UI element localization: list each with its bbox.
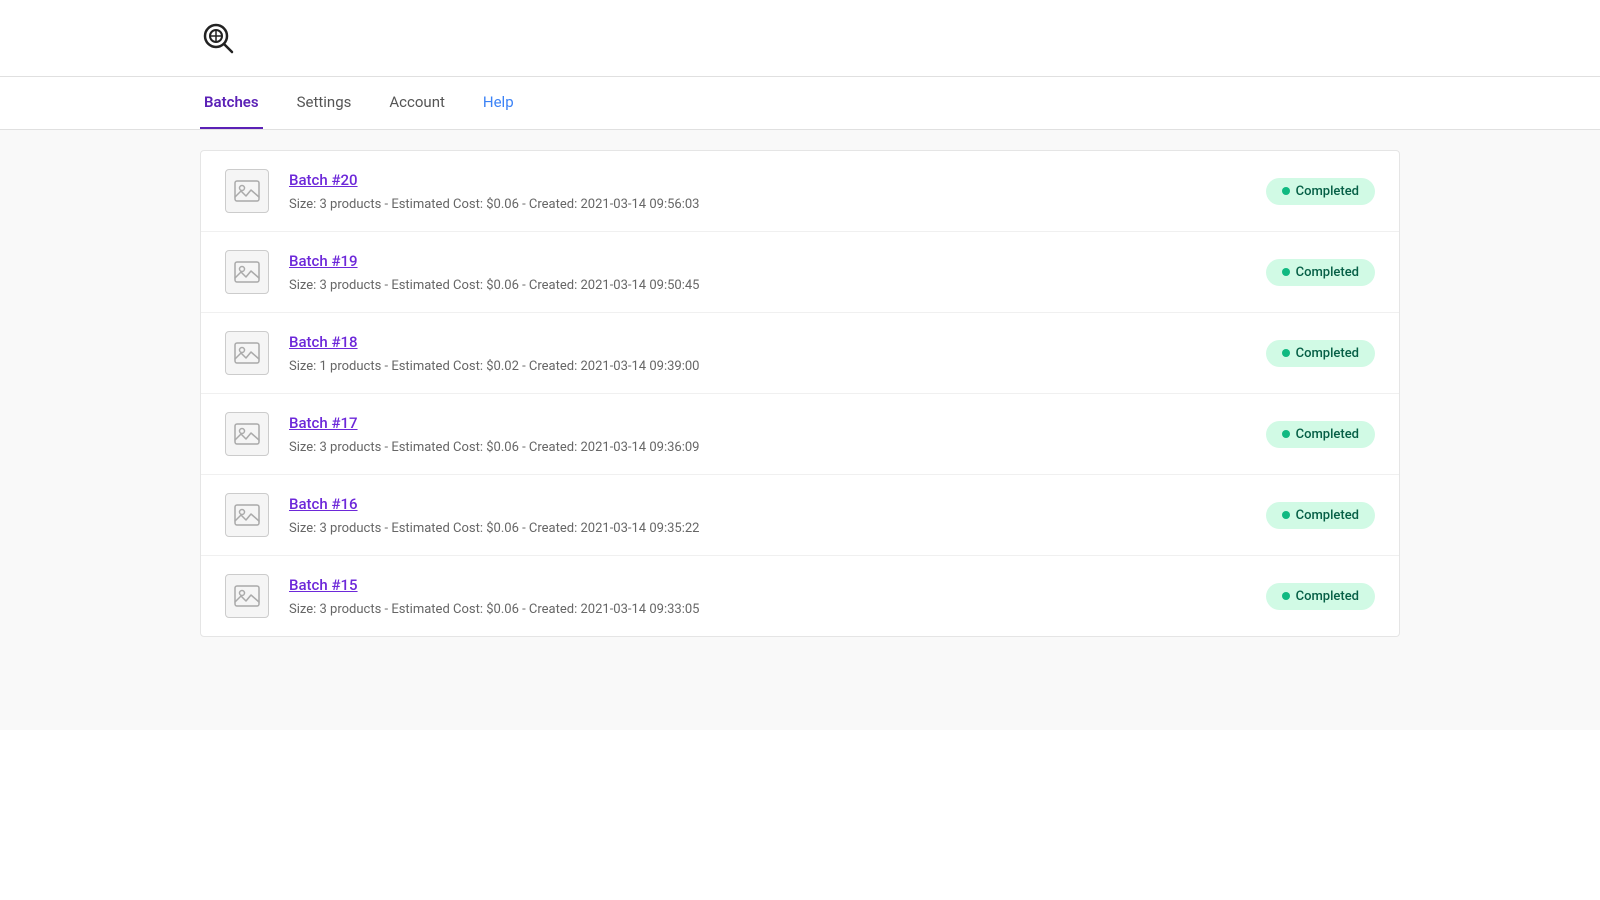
status-badge: Completed [1266, 340, 1375, 367]
status-label: Completed [1296, 508, 1359, 523]
batch-info: Batch #17 Size: 3 products - Estimated C… [289, 414, 1246, 455]
status-badge: Completed [1266, 421, 1375, 448]
batch-title-link[interactable]: Batch #15 [289, 576, 1246, 594]
status-dot-icon [1282, 187, 1290, 195]
batch-meta: Size: 3 products - Estimated Cost: $0.06… [289, 602, 699, 617]
status-badge: Completed [1266, 583, 1375, 610]
batch-meta: Size: 1 products - Estimated Cost: $0.02… [289, 359, 699, 374]
batch-info: Batch #15 Size: 3 products - Estimated C… [289, 576, 1246, 617]
status-dot-icon [1282, 349, 1290, 357]
status-label: Completed [1296, 265, 1359, 280]
batch-title-link[interactable]: Batch #16 [289, 495, 1246, 513]
batch-info: Batch #18 Size: 1 products - Estimated C… [289, 333, 1246, 374]
status-dot-icon [1282, 430, 1290, 438]
batch-thumbnail-icon [225, 331, 269, 375]
batch-item: Batch #19 Size: 3 products - Estimated C… [201, 232, 1399, 313]
nav-item-help[interactable]: Help [479, 77, 518, 129]
status-label: Completed [1296, 346, 1359, 361]
batch-thumbnail-icon [225, 169, 269, 213]
nav-item-settings[interactable]: Settings [293, 77, 356, 129]
batch-item: Batch #18 Size: 1 products - Estimated C… [201, 313, 1399, 394]
batch-list: Batch #20 Size: 3 products - Estimated C… [200, 150, 1400, 637]
status-dot-icon [1282, 592, 1290, 600]
batch-title-link[interactable]: Batch #17 [289, 414, 1246, 432]
batch-info: Batch #20 Size: 3 products - Estimated C… [289, 171, 1246, 212]
batch-item: Batch #16 Size: 3 products - Estimated C… [201, 475, 1399, 556]
batch-thumbnail-icon [225, 412, 269, 456]
batch-meta: Size: 3 products - Estimated Cost: $0.06… [289, 197, 699, 212]
batch-meta: Size: 3 products - Estimated Cost: $0.06… [289, 278, 699, 293]
batch-item: Batch #17 Size: 3 products - Estimated C… [201, 394, 1399, 475]
status-badge: Completed [1266, 178, 1375, 205]
main-content: Batch #20 Size: 3 products - Estimated C… [0, 130, 1600, 730]
logo-icon [200, 20, 236, 56]
logo-area [200, 20, 246, 56]
status-dot-icon [1282, 268, 1290, 276]
status-badge: Completed [1266, 502, 1375, 529]
batch-thumbnail-icon [225, 250, 269, 294]
batch-title-link[interactable]: Batch #19 [289, 252, 1246, 270]
batch-info: Batch #19 Size: 3 products - Estimated C… [289, 252, 1246, 293]
status-dot-icon [1282, 511, 1290, 519]
status-label: Completed [1296, 427, 1359, 442]
batch-info: Batch #16 Size: 3 products - Estimated C… [289, 495, 1246, 536]
batch-title-link[interactable]: Batch #18 [289, 333, 1246, 351]
batch-meta: Size: 3 products - Estimated Cost: $0.06… [289, 521, 699, 536]
nav-item-batches[interactable]: Batches [200, 77, 263, 129]
batch-meta: Size: 3 products - Estimated Cost: $0.06… [289, 440, 699, 455]
nav-item-account[interactable]: Account [385, 77, 449, 129]
status-badge: Completed [1266, 259, 1375, 286]
batch-thumbnail-icon [225, 574, 269, 618]
status-label: Completed [1296, 589, 1359, 604]
app-header [0, 0, 1600, 77]
batch-title-link[interactable]: Batch #20 [289, 171, 1246, 189]
status-label: Completed [1296, 184, 1359, 199]
main-nav: Batches Settings Account Help [0, 77, 1600, 130]
batch-item: Batch #15 Size: 3 products - Estimated C… [201, 556, 1399, 636]
batch-thumbnail-icon [225, 493, 269, 537]
batch-item: Batch #20 Size: 3 products - Estimated C… [201, 151, 1399, 232]
